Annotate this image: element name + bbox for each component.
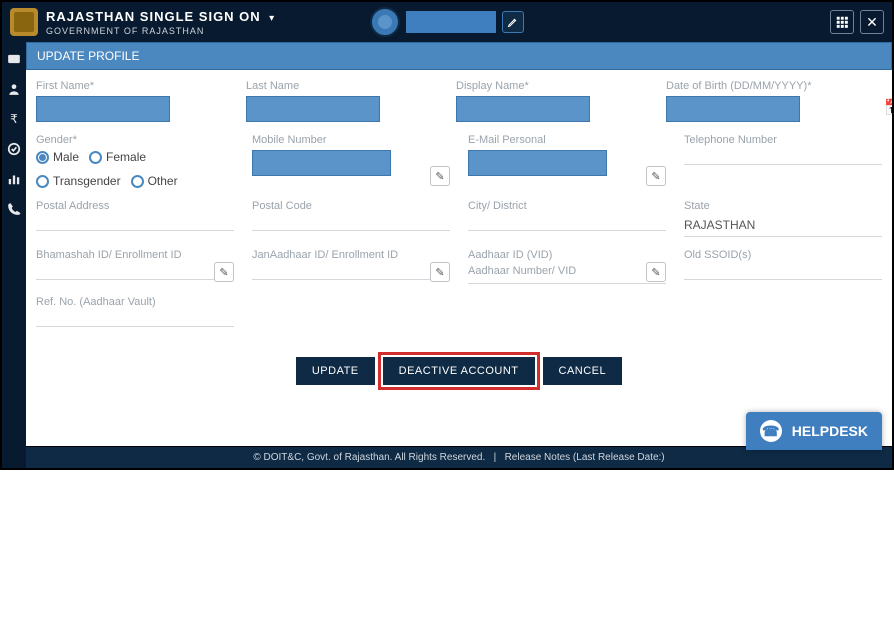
top-edit-button[interactable] xyxy=(502,11,524,33)
helpdesk-button[interactable]: ☎ HELPDESK xyxy=(746,412,882,450)
app-window: RAJASTHAN SINGLE SIGN ON ▾ GOVERNMENT OF… xyxy=(0,0,894,470)
form-area: First Name* Last Name Display Name* Date… xyxy=(26,70,892,446)
body-row: ₹ UPDATE PROFILE First Name* xyxy=(2,42,892,468)
footer-release-link[interactable]: Release Notes (Last Release Date:) xyxy=(505,452,665,463)
label-postal-address: Postal Address xyxy=(36,200,234,212)
top-user-input[interactable] xyxy=(406,11,496,33)
gov-crest-icon xyxy=(10,8,38,36)
app-subtitle: GOVERNMENT OF RAJASTHAN xyxy=(46,27,274,36)
nav-chart-icon[interactable] xyxy=(7,172,21,186)
label-city: City/ District xyxy=(468,200,666,212)
footer-copyright: © DOIT&C, Govt. of Rajasthan. All Rights… xyxy=(253,452,485,463)
ref-no-input[interactable] xyxy=(36,326,234,327)
bhamashah-edit-icon[interactable]: ✎ xyxy=(214,262,234,282)
nav-phone-icon[interactable] xyxy=(7,202,21,216)
label-last-name: Last Name xyxy=(246,80,438,92)
label-first-name: First Name* xyxy=(36,80,228,92)
gender-transgender[interactable]: Transgender xyxy=(36,174,121,188)
label-display-name: Display Name* xyxy=(456,80,648,92)
first-name-input[interactable] xyxy=(36,96,170,122)
avatar-icon[interactable] xyxy=(370,7,400,37)
update-button[interactable]: UPDATE xyxy=(296,357,375,385)
label-gender: Gender* xyxy=(36,134,234,146)
janaadhaar-edit-icon[interactable]: ✎ xyxy=(430,262,450,282)
close-button[interactable]: ✕ xyxy=(860,10,884,34)
postal-address-input[interactable] xyxy=(36,230,234,231)
calendar-icon[interactable]: 📅 xyxy=(884,98,892,118)
side-nav: ₹ xyxy=(2,42,26,468)
janaadhaar-input[interactable] xyxy=(252,279,450,280)
label-dob: Date of Birth (DD/MM/YYYY)* xyxy=(666,80,858,92)
gender-female-label: Female xyxy=(106,150,146,164)
gender-female[interactable]: Female xyxy=(89,150,146,164)
label-janaadhaar: JanAadhaar ID/ Enrollment ID xyxy=(252,249,450,261)
gender-male[interactable]: Male xyxy=(36,150,79,164)
grid-apps-button[interactable] xyxy=(830,10,854,34)
title-dropdown-caret-icon[interactable]: ▾ xyxy=(269,13,274,24)
label-postal-code: Postal Code xyxy=(252,200,450,212)
content-area: UPDATE PROFILE First Name* Last Name Dis… xyxy=(26,42,892,468)
bhamashah-input[interactable] xyxy=(36,279,234,280)
title-block: RAJASTHAN SINGLE SIGN ON ▾ GOVERNMENT OF… xyxy=(46,9,274,36)
label-email: E-Mail Personal xyxy=(468,134,666,146)
aadhaar-edit-icon[interactable]: ✎ xyxy=(646,262,666,282)
state-value: RAJASTHAN xyxy=(684,216,882,232)
helpdesk-phone-icon: ☎ xyxy=(760,420,782,442)
aadhaar-input[interactable] xyxy=(468,283,666,284)
dob-input[interactable] xyxy=(666,96,800,122)
action-buttons: UPDATE DEACTIVE ACCOUNT CANCEL xyxy=(36,339,882,395)
topbar: RAJASTHAN SINGLE SIGN ON ▾ GOVERNMENT OF… xyxy=(2,2,892,42)
mobile-input[interactable] xyxy=(252,150,391,176)
state-underline xyxy=(684,236,882,237)
nav-check-icon[interactable] xyxy=(7,142,21,156)
email-input[interactable] xyxy=(468,150,607,176)
nav-card-icon[interactable] xyxy=(7,52,21,66)
gender-male-label: Male xyxy=(53,150,79,164)
nav-rupee-icon[interactable]: ₹ xyxy=(10,112,18,126)
city-input[interactable] xyxy=(468,230,666,231)
panel-title: UPDATE PROFILE xyxy=(26,42,892,70)
cancel-button[interactable]: CANCEL xyxy=(543,357,623,385)
mobile-edit-icon[interactable]: ✎ xyxy=(430,166,450,186)
label-aadhaar-id: Aadhaar ID (VID) xyxy=(468,249,666,261)
nav-user-icon[interactable] xyxy=(7,82,21,96)
old-sso-input[interactable] xyxy=(684,279,882,280)
label-bhamashah: Bhamashah ID/ Enrollment ID xyxy=(36,249,234,261)
footer-sep: | xyxy=(494,452,497,463)
label-ref-no: Ref. No. (Aadhaar Vault) xyxy=(36,296,234,308)
label-state: State xyxy=(684,200,882,212)
label-mobile: Mobile Number xyxy=(252,134,450,146)
top-user-area xyxy=(370,7,524,37)
gender-radios: Male Female Transgender Other xyxy=(36,150,234,188)
postal-code-input[interactable] xyxy=(252,230,450,231)
gender-transgender-label: Transgender xyxy=(53,174,121,188)
helpdesk-label: HELPDESK xyxy=(792,423,868,439)
label-aadhaar-num: Aadhaar Number/ VID xyxy=(468,265,666,277)
app-title: RAJASTHAN SINGLE SIGN ON xyxy=(46,9,261,24)
gender-other[interactable]: Other xyxy=(131,174,178,188)
gender-other-label: Other xyxy=(148,174,178,188)
last-name-input[interactable] xyxy=(246,96,380,122)
display-name-input[interactable] xyxy=(456,96,590,122)
label-telephone: Telephone Number xyxy=(684,134,882,146)
label-old-sso: Old SSOID(s) xyxy=(684,249,882,261)
top-right-controls: ✕ xyxy=(830,10,884,34)
deactive-account-button[interactable]: DEACTIVE ACCOUNT xyxy=(383,357,535,385)
email-edit-icon[interactable]: ✎ xyxy=(646,166,666,186)
telephone-input[interactable] xyxy=(684,164,882,165)
